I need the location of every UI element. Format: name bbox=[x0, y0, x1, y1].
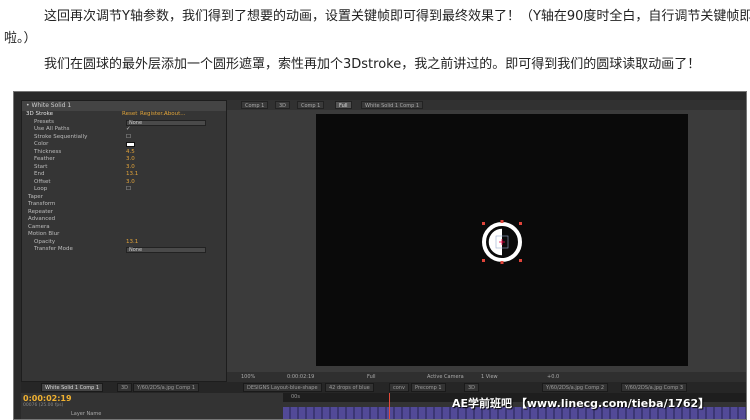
property-label: Transform bbox=[28, 201, 56, 207]
effect-controls-panel: • White Solid 1 3D Stroke Reset Register… bbox=[21, 100, 227, 382]
viewer-tab-active[interactable]: Full bbox=[335, 101, 352, 109]
article-paragraph-2: 我们在圆球的最外层添加一个圆形遮罩，索性再加个3Dstroke，我之前讲过的。即… bbox=[44, 57, 701, 72]
viewer-tab[interactable]: Comp 1 bbox=[241, 101, 269, 109]
property-label: Transfer Mode bbox=[34, 246, 73, 252]
timeline-tab[interactable]: Y/60/2DS/a.jpg Comp 1 bbox=[133, 383, 200, 392]
effect-property-row[interactable]: Loop ☐ bbox=[22, 186, 226, 194]
timeline-tab[interactable]: 42 drops of blue bbox=[325, 383, 374, 392]
property-label: Color bbox=[34, 141, 49, 147]
property-label: Taper bbox=[28, 193, 43, 200]
property-label: Opacity bbox=[34, 238, 56, 245]
effect-property-row[interactable]: Transform bbox=[22, 201, 226, 209]
zoom-dropdown[interactable]: 100% bbox=[241, 372, 255, 382]
viewer-toolbar: 100% 0:00:02:19 Full Active Camera 1 Vie… bbox=[227, 372, 746, 382]
timeline-tab[interactable]: 3D bbox=[117, 383, 133, 392]
effect-properties: Presets None Use All Paths ✓ Stroke Sequenti… bbox=[22, 119, 226, 254]
timeline-tab[interactable]: Precomp 1 bbox=[411, 383, 446, 392]
property-label: Loop bbox=[34, 186, 48, 192]
camera-dropdown[interactable]: Active Camera bbox=[427, 372, 464, 382]
viewer-tab[interactable]: Comp 1 bbox=[297, 101, 325, 109]
property-checkbox[interactable]: ✓ bbox=[126, 126, 131, 134]
property-label: Stroke Sequentially bbox=[34, 133, 88, 140]
effect-property-row[interactable]: Camera bbox=[22, 224, 226, 232]
timeline-tabs: White Solid 1 Comp 1 3D Y/60/2DS/a.jpg C… bbox=[21, 382, 746, 393]
property-label: Camera bbox=[28, 223, 50, 230]
property-label: Use All Paths bbox=[34, 126, 70, 132]
effect-header[interactable]: 3D Stroke Reset Register... About... bbox=[22, 111, 226, 119]
effect-property-row[interactable]: Use All Paths ✓ bbox=[22, 126, 226, 134]
property-value[interactable]: 13.1 bbox=[126, 239, 138, 247]
color-swatch[interactable] bbox=[126, 142, 135, 147]
timeline-tab[interactable]: Y/60/2DS/a.jpg Comp 2 bbox=[542, 383, 609, 392]
effect-property-row[interactable]: Taper bbox=[22, 194, 226, 202]
effect-property-row[interactable]: Transfer Mode None bbox=[22, 246, 226, 254]
property-label: Repeater bbox=[28, 208, 54, 215]
current-time-display[interactable]: 0:00:02:19 bbox=[23, 394, 72, 403]
playhead[interactable] bbox=[389, 393, 390, 419]
composition-canvas[interactable] bbox=[316, 114, 688, 366]
loading-circle-graphic bbox=[482, 220, 522, 264]
property-label: Offset bbox=[34, 178, 51, 185]
timeline-tab[interactable]: conv bbox=[389, 383, 409, 392]
viewer-tab[interactable]: 3D bbox=[275, 101, 291, 109]
property-label: Motion Blur bbox=[28, 231, 60, 237]
article-paragraph-1-cont: 啦。） bbox=[4, 31, 37, 46]
exposure-value[interactable]: +0.0 bbox=[547, 372, 559, 382]
effect-property-row[interactable]: Repeater bbox=[22, 209, 226, 217]
layer-name-column[interactable]: Layer Name bbox=[71, 411, 101, 417]
effect-property-row[interactable]: Advanced bbox=[22, 216, 226, 224]
viewer-tab[interactable]: White Solid 1 Comp 1 bbox=[361, 101, 424, 109]
viewer-tabs: Comp 1 3D Comp 1 Full White Solid 1 Comp… bbox=[227, 100, 746, 110]
property-label: Advanced bbox=[28, 216, 56, 222]
property-label: End bbox=[34, 171, 45, 177]
ruler-start-label: 00s bbox=[291, 394, 300, 400]
effect-property-row[interactable]: Presets None bbox=[22, 119, 226, 127]
timeline-tab[interactable]: Y/60/2DS/a.jpg Comp 3 bbox=[621, 383, 688, 392]
property-dropdown[interactable]: None bbox=[126, 247, 206, 253]
viewer-timecode[interactable]: 0:00:02:19 bbox=[287, 372, 314, 382]
effect-property-row[interactable]: Opacity 13.1 bbox=[22, 239, 226, 247]
property-label: Presets bbox=[34, 118, 55, 125]
property-label: Thickness bbox=[34, 148, 62, 155]
property-checkbox[interactable]: ☐ bbox=[126, 134, 131, 142]
article-paragraph-1: 这回再次调节Y轴参数，我们得到了想要的动画，设置关键帧即可得到最终效果了！（Y轴… bbox=[44, 9, 750, 24]
effect-property-row[interactable]: Stroke Sequentially ☐ bbox=[22, 134, 226, 142]
property-checkbox[interactable]: ☐ bbox=[126, 186, 131, 194]
effect-panel-title: • White Solid 1 bbox=[22, 101, 226, 111]
property-value[interactable]: 3.0 bbox=[126, 179, 135, 187]
property-value[interactable]: 3.0 bbox=[126, 156, 135, 164]
about-link[interactable]: About... bbox=[164, 111, 186, 119]
property-label: Feather bbox=[34, 156, 55, 162]
effect-property-row[interactable]: Color bbox=[22, 141, 226, 149]
effect-property-row[interactable]: Thickness 4.5 bbox=[22, 149, 226, 157]
property-value[interactable]: 13.1 bbox=[126, 171, 138, 179]
view-layout-dropdown[interactable]: 1 View bbox=[481, 372, 498, 382]
timeline-tab[interactable]: DESIGNS Layout-blue-shape bbox=[243, 383, 322, 392]
resolution-dropdown[interactable]: Full bbox=[367, 372, 376, 382]
timeline-tab[interactable]: 3D bbox=[464, 383, 480, 392]
effect-property-row[interactable]: Start 3.0 bbox=[22, 164, 226, 172]
effect-name: 3D Stroke bbox=[26, 111, 54, 117]
after-effects-screenshot: • White Solid 1 3D Stroke Reset Register… bbox=[13, 91, 747, 420]
property-dropdown[interactable]: None bbox=[126, 119, 206, 126]
composition-viewer: Comp 1 3D Comp 1 Full White Solid 1 Comp… bbox=[227, 100, 746, 382]
timeline-tab-active[interactable]: White Solid 1 Comp 1 bbox=[41, 383, 104, 392]
effect-property-row[interactable]: End 13.1 bbox=[22, 171, 226, 179]
effect-property-row[interactable]: Offset 3.0 bbox=[22, 179, 226, 187]
site-watermark: AE学前班吧 【www.linecg.com/tieba/1762】 bbox=[452, 397, 710, 410]
reset-link[interactable]: Reset bbox=[122, 111, 137, 119]
effect-property-row[interactable]: Motion Blur bbox=[22, 231, 226, 239]
property-value[interactable]: 3.0 bbox=[126, 164, 135, 172]
effect-property-row[interactable]: Feather 3.0 bbox=[22, 156, 226, 164]
property-label: Start bbox=[34, 163, 48, 170]
frame-count: 00076 (25.00 fps) bbox=[23, 403, 64, 408]
property-value[interactable]: 4.5 bbox=[126, 149, 135, 157]
